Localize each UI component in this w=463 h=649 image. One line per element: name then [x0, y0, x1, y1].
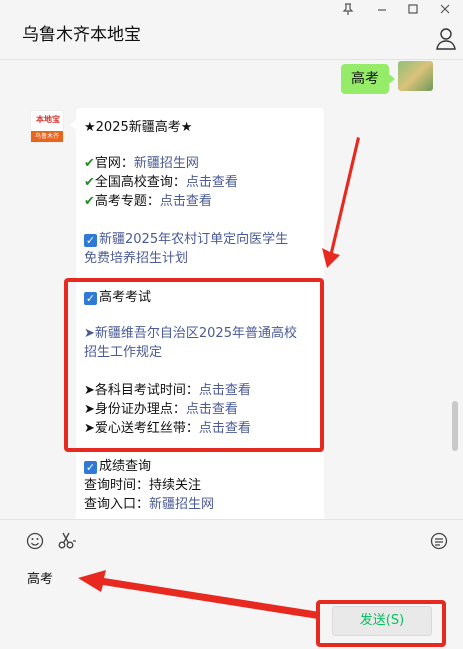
highlight-box-send	[316, 600, 446, 647]
input-area: 高考 发送(S)	[0, 519, 463, 649]
checkbox-icon: ✓	[84, 461, 97, 474]
maximize-icon[interactable]	[405, 3, 421, 18]
minimize-icon[interactable]	[374, 3, 390, 18]
check-icon: ✔	[84, 156, 95, 171]
check-icon: ✔	[84, 175, 95, 190]
title-bar: 乌鲁木齐本地宝	[0, 0, 463, 60]
checkbox-icon: ✓	[84, 234, 97, 247]
sent-message-bubble[interactable]: 高考	[341, 64, 395, 94]
plan-link-line2[interactable]: 免费培养招生计划	[84, 249, 188, 268]
headline: ★2025新疆高考★	[84, 120, 193, 135]
schools-link[interactable]: 点击查看	[186, 175, 238, 190]
chat-scrollbar[interactable]	[452, 401, 458, 451]
topic-row: ✔高考专题：点击查看	[84, 194, 212, 209]
message-input[interactable]: 高考	[27, 568, 53, 587]
chat-history-icon[interactable]	[430, 532, 448, 555]
schools-row: ✔全国高校查询：点击查看	[84, 175, 238, 190]
highlight-box-exam	[64, 278, 324, 452]
official-row: ✔官网：新疆招生网	[84, 156, 199, 171]
bot-avatar[interactable]: 本地宝 乌鲁木齐	[30, 110, 64, 143]
chat-history[interactable]: 高考 本地宝 乌鲁木齐 ★2025新疆高考★ ✔官网：新疆招生网 ✔全国高校查询…	[0, 61, 463, 519]
pin-icon[interactable]	[340, 3, 356, 18]
chat-title: 乌鲁木齐本地宝	[22, 25, 141, 45]
self-avatar[interactable]	[398, 61, 433, 91]
score-entry-row: 查询入口：新疆招生网	[84, 497, 215, 512]
scissors-icon[interactable]	[58, 532, 78, 555]
official-link[interactable]: 新疆招生网	[134, 156, 199, 171]
score-entry-link[interactable]: 新疆招生网	[149, 497, 214, 512]
contact-profile-icon[interactable]	[436, 28, 456, 50]
score-section-title: ✓ 成绩查询	[84, 459, 152, 474]
avatar-city-text: 乌鲁木齐	[31, 131, 63, 142]
score-time: 查询时间：持续关注	[84, 478, 202, 493]
emoji-icon[interactable]	[26, 532, 44, 555]
plan-link-line1[interactable]: ✓ 新疆2025年农村订单定向医学生	[84, 230, 288, 249]
topic-link[interactable]: 点击查看	[160, 194, 212, 209]
avatar-brand-text: 本地宝	[36, 115, 60, 124]
close-icon[interactable]	[437, 3, 453, 18]
check-icon: ✔	[84, 194, 95, 209]
